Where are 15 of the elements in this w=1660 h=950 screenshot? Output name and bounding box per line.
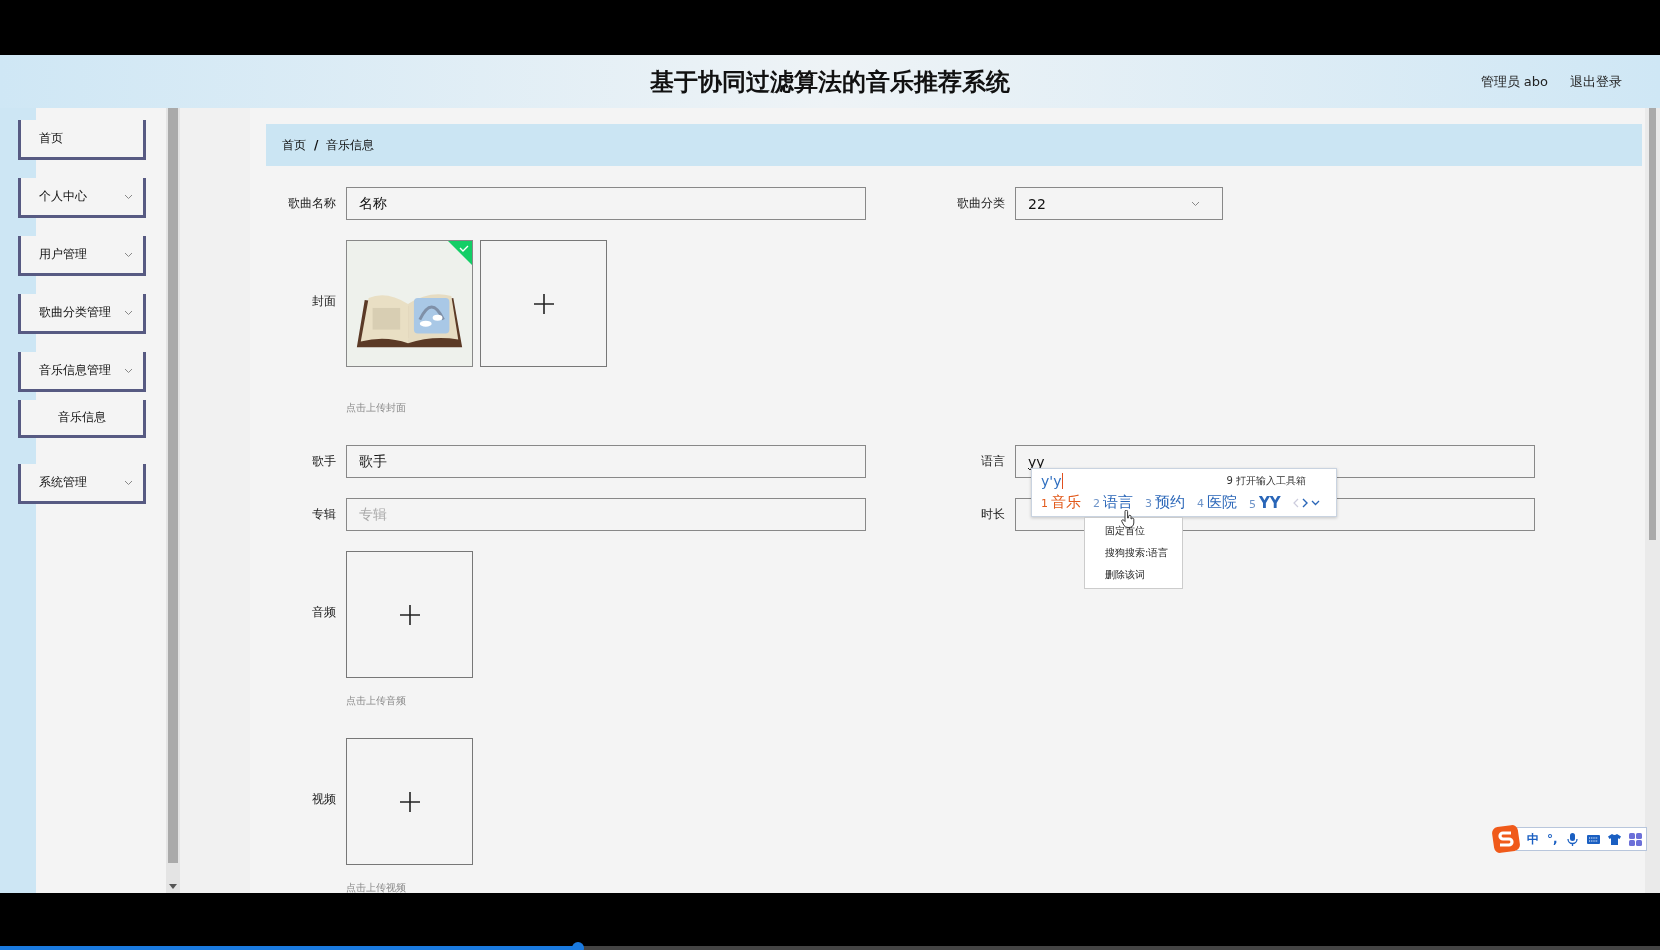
field-label: 视频	[311, 791, 336, 808]
field-label: 封面	[311, 293, 336, 310]
field-label: 时长	[980, 506, 1005, 523]
upload-hint: 点击上传音频	[346, 694, 407, 708]
upload-hint: 点击上传封面	[346, 401, 407, 415]
ime-composition: y'y	[1041, 473, 1064, 489]
field-label: 歌手	[311, 453, 336, 470]
upload-hint: 点击上传视频	[346, 881, 407, 893]
breadcrumb-separator: /	[314, 138, 319, 152]
app-title: 基于协同过滤算法的音乐推荐系统	[650, 67, 1010, 96]
field-label: 语言	[980, 453, 1005, 470]
field-label: 音频	[311, 604, 336, 621]
field-label: 歌曲名称	[287, 195, 336, 212]
field-label: 歌曲分类	[956, 195, 1005, 212]
field-label: 专辑	[311, 506, 336, 523]
